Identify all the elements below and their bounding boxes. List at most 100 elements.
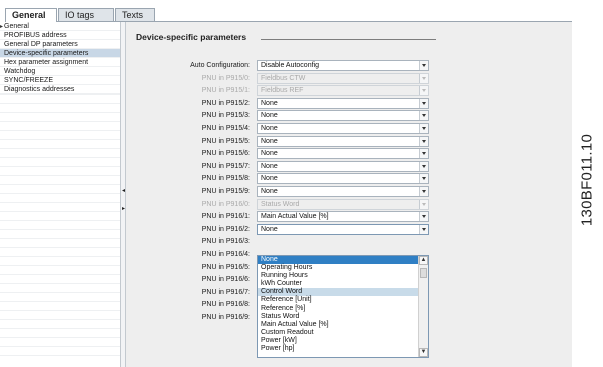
param-value: None — [261, 188, 278, 195]
nav-empty-row — [0, 328, 120, 329]
tab-general[interactable]: General — [5, 8, 57, 22]
param-select[interactable]: None — [257, 173, 429, 185]
nav-item[interactable]: General DP parameters — [0, 40, 120, 49]
chevron-down-icon[interactable] — [419, 187, 428, 196]
param-select: Fieldbus REF — [257, 85, 429, 97]
tab-texts[interactable]: Texts — [115, 8, 155, 21]
nav-empty-row — [0, 94, 120, 95]
scroll-up-icon[interactable]: ▲ — [419, 256, 428, 265]
nav-empty-row — [0, 157, 120, 158]
chevron-down-icon[interactable] — [419, 124, 428, 133]
tab-io-tags[interactable]: IO tags — [58, 8, 114, 21]
dropdown-option[interactable]: Power [hp] — [258, 345, 428, 353]
chevron-down-icon[interactable] — [419, 174, 428, 184]
nav-item[interactable]: PROFIBUS address — [0, 31, 120, 40]
param-row: PNU in P915/0: Fieldbus CTW — [126, 72, 572, 84]
dropdown-option[interactable]: None — [258, 256, 428, 265]
nav-item[interactable]: Watchdog — [0, 67, 120, 76]
param-select[interactable]: None — [257, 160, 429, 172]
dropdown-option[interactable]: kWh Counter — [258, 280, 428, 288]
nav-empty-row — [0, 175, 120, 176]
chevron-down-icon — [419, 86, 428, 96]
nav-empty-row — [0, 256, 120, 257]
nav-root-general[interactable]: ▸General — [0, 22, 120, 31]
param-value: None — [261, 225, 278, 233]
param-select[interactable]: None — [257, 135, 429, 147]
chevron-down-icon[interactable] — [419, 136, 428, 146]
nav-empty-row — [0, 283, 120, 284]
dropdown-option[interactable]: Running Hours — [258, 272, 428, 280]
chevron-down-icon[interactable] — [419, 61, 428, 70]
chevron-down-icon — [419, 199, 428, 209]
param-value: None — [261, 137, 278, 145]
dropdown-option[interactable]: Control Word — [258, 288, 428, 297]
chevron-down-icon[interactable] — [419, 98, 428, 108]
param-select[interactable]: Main Actual Value [%] — [257, 211, 429, 223]
nav-item[interactable]: Device-specific parameters — [0, 49, 120, 58]
nav-empty-row — [0, 310, 120, 311]
param-label: PNU in P915/1: — [201, 87, 250, 95]
nav-item-label: Watchdog — [4, 68, 36, 75]
nav-item[interactable]: SYNC/FREEZE — [0, 76, 120, 85]
dropdown-option[interactable]: Custom Readout — [258, 329, 428, 337]
expand-right-icon[interactable]: ▸ — [122, 206, 125, 212]
dropdown-option[interactable]: Reference [%] — [258, 305, 428, 313]
dropdown-scrollbar[interactable]: ▲ ▼ — [418, 256, 428, 357]
dropdown-option[interactable]: Status Word — [258, 313, 428, 321]
param-row: PNU in P915/6: None — [126, 148, 572, 160]
param-select[interactable]: None — [257, 186, 429, 197]
scroll-down-icon[interactable]: ▼ — [419, 348, 428, 357]
dropdown-option[interactable]: Power [kW] — [258, 337, 428, 345]
chevron-down-icon[interactable] — [419, 149, 428, 159]
nav-empty-row — [0, 211, 120, 212]
param-select: Status Word — [257, 198, 429, 210]
dropdown-option[interactable]: Operating Hours — [258, 264, 428, 272]
nav-item[interactable]: Hex parameter assignment — [0, 58, 120, 67]
nav-item-label: Device-specific parameters — [4, 50, 89, 57]
nav-root-label: General — [4, 23, 29, 30]
nav-empty-row — [0, 337, 120, 338]
param-label: PNU in P916/0: — [201, 200, 250, 208]
param-value: Fieldbus REF — [261, 87, 304, 95]
collapse-left-icon[interactable]: ◂ — [122, 188, 125, 194]
dropdown-option[interactable]: Main Actual Value [%] — [258, 321, 428, 329]
section-title: Device-specific parameters — [136, 32, 247, 42]
param-row: Auto Configuration: Disable Autoconfig — [126, 60, 572, 71]
nav-empty-row — [0, 319, 120, 320]
param-select[interactable]: None — [257, 97, 429, 109]
section-divider — [261, 39, 436, 40]
dropdown-list[interactable]: None Operating Hours Running Hours kWh Coun… — [257, 255, 429, 358]
nav-item-label: SYNC/FREEZE — [4, 77, 54, 84]
param-select[interactable]: None — [257, 148, 429, 160]
param-label: PNU in P916/7: — [201, 288, 250, 296]
param-row: PNU in P916/3: — [126, 236, 572, 247]
dropdown-option[interactable]: Reference [Unit] — [258, 296, 428, 304]
param-row: PNU in P915/9: None — [126, 186, 572, 197]
param-label: PNU in P916/9: — [201, 314, 250, 321]
chevron-down-icon[interactable] — [419, 161, 428, 171]
param-select: Fieldbus CTW — [257, 72, 429, 84]
chevron-down-icon[interactable] — [419, 212, 428, 222]
param-label: PNU in P915/2: — [201, 99, 250, 107]
scroll-thumb[interactable] — [420, 268, 427, 278]
param-row: PNU in P915/5: None — [126, 135, 572, 147]
param-value: None — [261, 112, 278, 120]
nav-item[interactable]: Diagnostics addresses — [0, 85, 120, 94]
param-row: PNU in P915/4: None — [126, 123, 572, 134]
nav-item-label: Hex parameter assignment — [4, 59, 89, 66]
param-label: PNU in P916/6: — [201, 276, 250, 284]
param-select[interactable]: Disable Autoconfig — [257, 60, 429, 71]
param-label: PNU in P916/3: — [201, 238, 250, 246]
param-value: None — [261, 125, 278, 132]
param-label: PNU in P915/5: — [201, 137, 250, 145]
nav-empty-row — [0, 130, 120, 131]
param-select[interactable]: None — [257, 123, 429, 134]
param-select[interactable]: None — [257, 223, 429, 235]
param-label: PNU in P915/0: — [201, 74, 250, 82]
chevron-down-icon[interactable] — [419, 111, 428, 121]
nav-empty-row — [0, 355, 120, 356]
param-value: Fieldbus CTW — [261, 74, 306, 82]
param-select[interactable]: None — [257, 110, 429, 122]
nav-empty-row — [0, 274, 120, 275]
chevron-down-icon[interactable] — [419, 224, 428, 234]
